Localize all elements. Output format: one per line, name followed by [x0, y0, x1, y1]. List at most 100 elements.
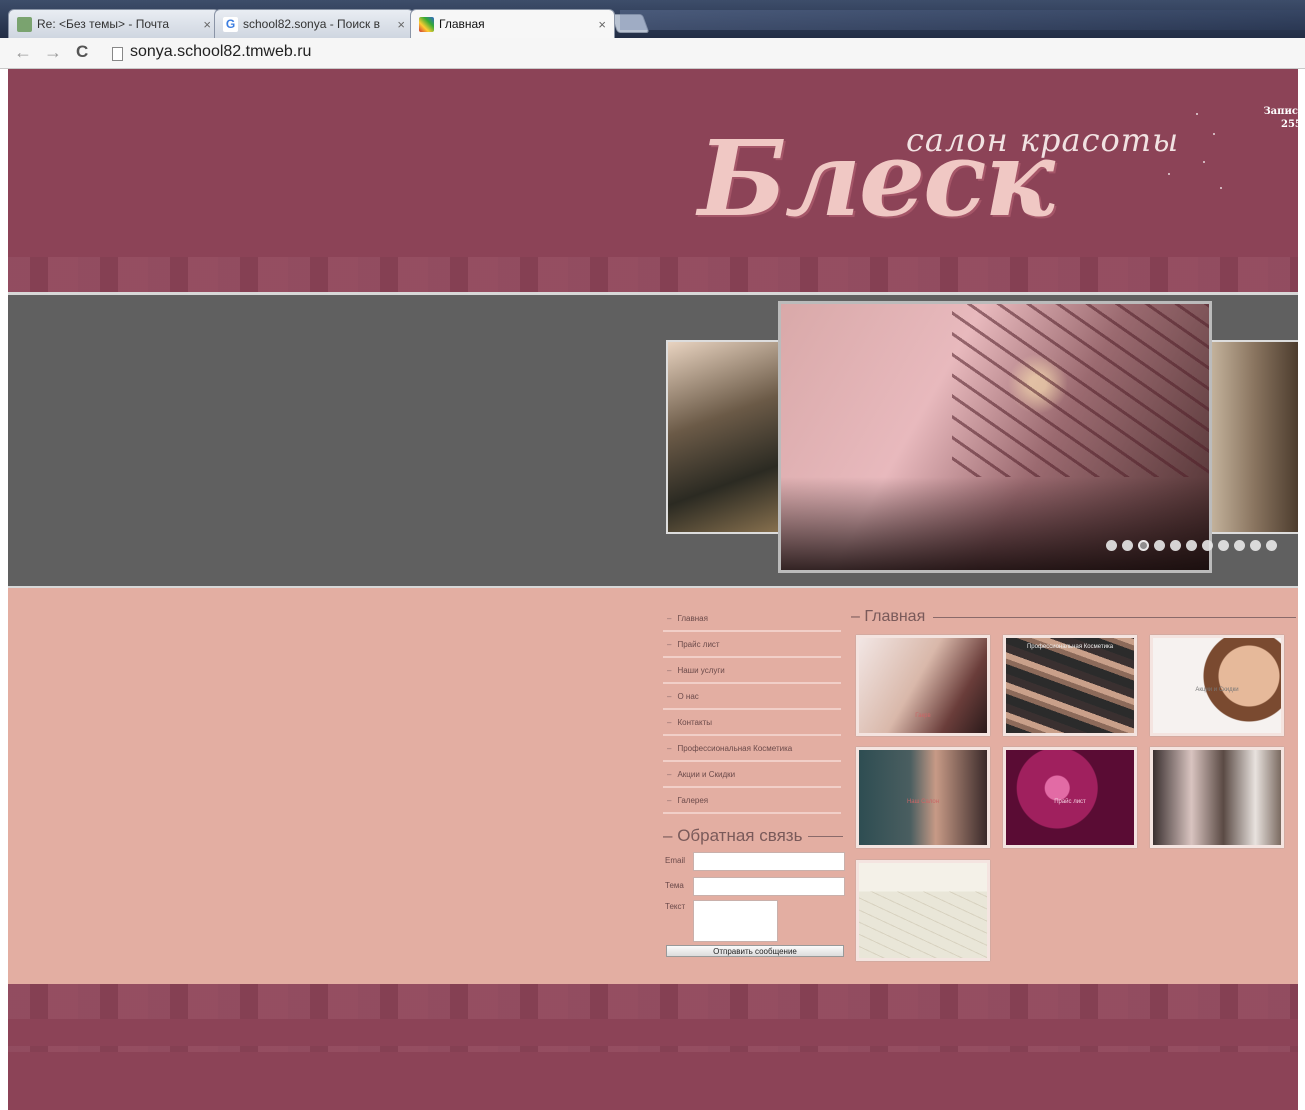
new-tab-button[interactable] — [610, 14, 650, 33]
email-field[interactable] — [693, 852, 845, 871]
booking-label: Запись ( — [1263, 106, 1298, 117]
menu-dash-icon: – — [667, 613, 672, 623]
heading-dash-icon: – — [851, 608, 865, 625]
thumbnail-caption: Наш Салон — [906, 799, 940, 805]
page-document-icon — [112, 47, 123, 61]
menu-item-label: О нас — [677, 691, 699, 701]
menu-dash-icon: – — [667, 665, 672, 675]
menu-item-label: Прайс лист — [677, 639, 720, 649]
mail-favicon-icon — [17, 16, 32, 32]
slider-dot[interactable] — [1138, 540, 1149, 551]
site-header: Блеск салон красоты Запись ( 255-6 — [8, 69, 1298, 292]
menu-item-gallery[interactable]: – Галерея — [663, 788, 841, 814]
browser-tab-main[interactable]: Главная × — [410, 9, 615, 38]
send-message-button[interactable]: Отправить сообщение — [666, 945, 844, 957]
slider-dot[interactable] — [1106, 540, 1117, 551]
sparkle-icon — [1220, 187, 1222, 189]
address-bar: ← → C sonya.school82.tmweb.ru — [0, 38, 1305, 69]
menu-dash-icon: – — [667, 795, 672, 805]
slide-next[interactable] — [1206, 340, 1298, 534]
image-slider — [8, 292, 1298, 588]
text-label: Текст — [665, 902, 686, 911]
reload-icon[interactable]: C — [76, 42, 88, 62]
slider-dot[interactable] — [1154, 540, 1165, 551]
thumbnail-caption: Гакрв — [915, 713, 931, 719]
close-tab-icon[interactable]: × — [203, 17, 211, 32]
booking-phone: Запись ( 255-6 — [1253, 105, 1298, 131]
slider-dot[interactable] — [1266, 540, 1277, 551]
slide-current[interactable] — [778, 301, 1212, 573]
menu-item-contacts[interactable]: – Контакты — [663, 710, 841, 736]
thumbnail-caption: Прайс лист — [1054, 799, 1086, 805]
menu-item-label: Акции и Скидки — [677, 769, 736, 779]
thumbnail-cosmetics[interactable]: Профессиональная Косметика — [1003, 635, 1137, 736]
footer-stripe — [8, 984, 1298, 1019]
message-textarea[interactable] — [693, 900, 778, 942]
thumbnail-caption: Акции и Скидки — [1195, 687, 1239, 693]
slider-dot[interactable] — [1250, 540, 1261, 551]
tab-title: Re: <Без темы> - Почта — [37, 17, 170, 31]
menu-item-cosmetics[interactable]: – Профессиональная Косметика — [663, 736, 841, 762]
web-page: Блеск салон красоты Запись ( 255-6 –Глав… — [8, 69, 1298, 1110]
site-favicon-icon — [419, 16, 434, 32]
menu-item-price[interactable]: – Прайс лист — [663, 632, 841, 658]
close-tab-icon[interactable]: × — [598, 17, 606, 32]
back-arrow-icon[interactable]: ← — [14, 42, 32, 62]
menu-item-promotions[interactable]: – Акции и Скидки — [663, 762, 841, 788]
feedback-title: Обратная связь — [677, 826, 803, 845]
tab-title: school82.sonya - Поиск в — [243, 17, 381, 31]
heading-rule — [808, 835, 843, 837]
menu-item-label: Галерея — [677, 795, 709, 805]
slider-dot[interactable] — [1186, 540, 1197, 551]
logo-subtitle: салон красоты — [906, 121, 1180, 159]
slider-dot[interactable] — [1122, 540, 1133, 551]
browser-tab-search[interactable]: G school82.sonya - Поиск в × — [214, 9, 414, 38]
sparkle-icon — [1196, 113, 1198, 115]
slide-previous[interactable] — [666, 340, 790, 534]
thumbnail-promotions[interactable]: Акции и Скидки — [1150, 635, 1284, 736]
slide-tree-mural — [952, 304, 1209, 477]
sparkle-icon — [1213, 133, 1215, 135]
thumbnail-salon[interactable]: Наш Салон — [856, 747, 990, 848]
slider-dot[interactable] — [1218, 540, 1229, 551]
menu-dash-icon: – — [667, 743, 672, 753]
feedback-dash-icon: – — [663, 826, 678, 845]
slide-shadow — [781, 476, 1209, 570]
menu-item-label: Контакты — [677, 717, 713, 727]
slider-pagination — [1106, 540, 1277, 551]
footer-stripe — [8, 1046, 1298, 1052]
forward-arrow-icon[interactable]: → — [44, 42, 62, 62]
close-tab-icon[interactable]: × — [397, 17, 405, 32]
menu-dash-icon: – — [667, 639, 672, 649]
subject-label: Тема — [665, 881, 684, 890]
main-heading: – Главная — [851, 608, 1296, 626]
menu-dash-icon: – — [667, 769, 672, 779]
slider-dot[interactable] — [1234, 540, 1245, 551]
page-title: Главная — [864, 608, 926, 625]
google-favicon-icon: G — [223, 16, 238, 32]
menu-item-services[interactable]: – Наши услуги — [663, 658, 841, 684]
feedback-heading: – Обратная связь — [663, 826, 843, 846]
slider-dot[interactable] — [1170, 540, 1181, 551]
menu-item-label: Главная — [677, 613, 708, 623]
thumbnail-price[interactable]: Прайс лист — [1003, 747, 1137, 848]
menu-item-label: Наши услуги — [677, 665, 725, 675]
thumbnail-contacts-map[interactable] — [856, 860, 990, 961]
sparkle-icon — [1168, 173, 1170, 175]
menu-dash-icon: – — [667, 691, 672, 701]
slider-dot[interactable] — [1202, 540, 1213, 551]
url-field[interactable]: sonya.school82.tmweb.ru — [130, 43, 311, 61]
menu-item-label: Профессиональная Косметика — [677, 743, 793, 753]
heading-rule — [933, 616, 1296, 618]
menu-item-home[interactable]: – Главная — [663, 606, 841, 632]
thumbnail-makeup[interactable]: Гакрв — [856, 635, 990, 736]
browser-tab-mail[interactable]: Re: <Без темы> - Почта × — [8, 9, 220, 38]
content-area: – Главная – Прайс лист – Наши услуги – О нас… — [8, 588, 1298, 984]
tab-title: Главная — [439, 17, 485, 31]
subject-field[interactable] — [693, 877, 845, 896]
thumbnail-gallery[interactable] — [1150, 747, 1284, 848]
menu-dash-icon: – — [667, 717, 672, 727]
browser-tab-strip: Re: <Без темы> - Почта × G school82.sony… — [0, 0, 1305, 38]
menu-item-about[interactable]: – О нас — [663, 684, 841, 710]
header-stripe — [8, 257, 1298, 292]
